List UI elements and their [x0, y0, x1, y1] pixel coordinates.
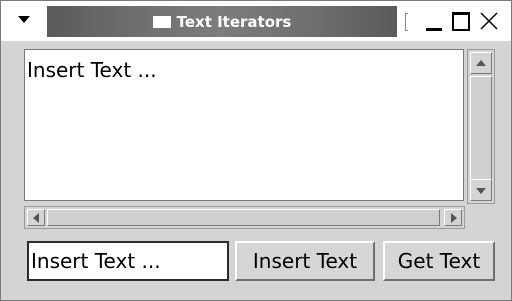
minimize-icon[interactable] [423, 9, 447, 33]
scroll-down-button[interactable] [470, 179, 492, 201]
title-area[interactable]: Text Iterators [47, 6, 397, 37]
vertical-scroll-track[interactable] [470, 76, 492, 180]
text-area[interactable]: Insert Text ... [24, 49, 464, 201]
scroll-up-button[interactable] [470, 52, 492, 74]
title-bar: Text Iterators [1, 1, 511, 41]
text-area-content: Insert Text ... [27, 58, 157, 82]
scroll-right-button[interactable] [444, 209, 462, 226]
arrow-down-icon [476, 188, 486, 194]
arrow-up-icon [476, 60, 486, 66]
window-title: Text Iterators [176, 12, 292, 31]
insert-text-button[interactable]: Insert Text [235, 241, 375, 281]
arrow-right-icon [451, 213, 457, 223]
maximize-icon[interactable] [450, 9, 474, 33]
text-entry-value: Insert Text ... [31, 249, 161, 273]
title-separator [405, 13, 408, 31]
scroll-left-button[interactable] [27, 209, 45, 226]
close-icon[interactable] [477, 9, 501, 33]
chevron-down-icon[interactable] [17, 13, 31, 27]
app-window: Text Iterators Insert Text ... Insert Te… [0, 0, 512, 301]
get-text-button[interactable]: Get Text [383, 241, 495, 281]
vertical-scrollbar[interactable] [467, 49, 495, 204]
text-entry[interactable]: Insert Text ... [27, 241, 229, 281]
arrow-left-icon [33, 213, 39, 223]
window-icon [152, 15, 171, 28]
horizontal-scroll-track[interactable] [47, 209, 440, 226]
horizontal-scrollbar[interactable] [24, 206, 465, 229]
